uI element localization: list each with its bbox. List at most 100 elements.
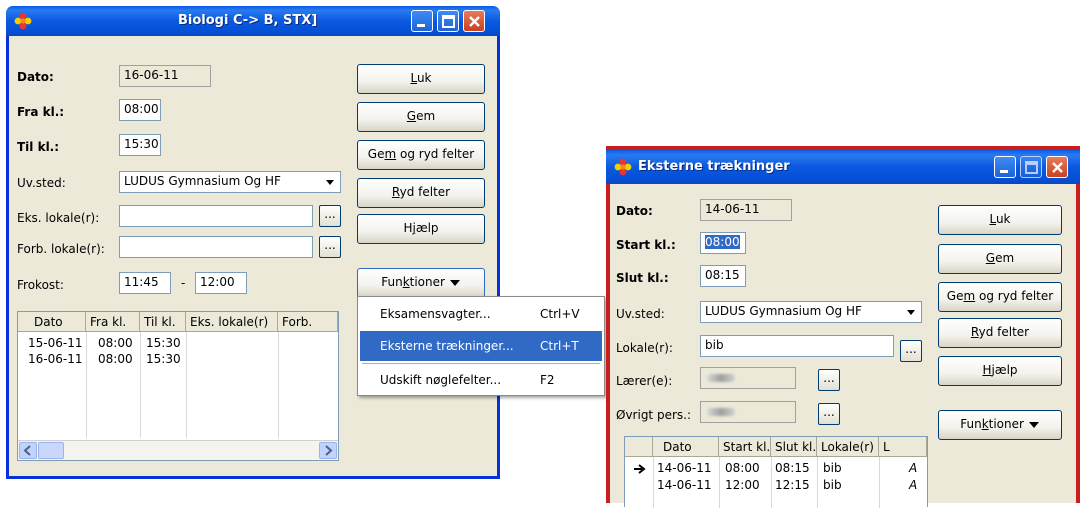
laerer-field	[700, 367, 796, 389]
grid-header-selector	[625, 437, 653, 457]
window-eksterne-traekninger: Eksterne trækninger Dato: 14-06-11 Start…	[606, 146, 1080, 508]
scroll-left-button[interactable]	[19, 442, 37, 459]
gem-button[interactable]: Gem	[357, 102, 485, 132]
gem-og-ryd-button[interactable]: Gem og ryd felter	[938, 282, 1062, 312]
uvsted-combo[interactable]: LUDUS Gymnasium Og HF	[700, 301, 922, 323]
hjaelp-button[interactable]: Hjælp	[938, 356, 1062, 386]
dato-label: Dato:	[17, 70, 54, 84]
minimize-button[interactable]	[411, 10, 433, 32]
dropdown-arrow-icon	[1028, 421, 1039, 428]
oevrigt-label: Øvrigt pers.:	[616, 408, 691, 422]
lokale-label: Lokale(r):	[616, 341, 673, 355]
forb-lokale-label: Forb. lokale(r):	[17, 242, 105, 256]
grid-header-slut[interactable]: Slut kl.	[771, 437, 817, 457]
scroll-right-icon	[325, 445, 333, 456]
funktioner-button[interactable]: Funktioner	[357, 268, 485, 298]
close-icon	[469, 16, 480, 27]
close-icon	[1052, 162, 1063, 173]
start-field[interactable]: 08:00	[700, 232, 746, 254]
window-title: Eksterne trækninger	[638, 159, 790, 174]
uvsted-label: Uv.sted:	[616, 307, 665, 321]
uvsted-value: LUDUS Gymnasium Og HF	[124, 174, 281, 188]
redacted-value	[707, 408, 735, 416]
fra-label: Fra kl.:	[17, 105, 65, 119]
uvsted-combo[interactable]: LUDUS Gymnasium Og HF	[119, 171, 341, 193]
maximize-button[interactable]	[437, 10, 459, 32]
eks-lokale-field[interactable]	[119, 205, 313, 227]
eks-lokale-label: Eks. lokale(r):	[17, 211, 100, 225]
maximize-button[interactable]	[1020, 156, 1042, 178]
grid-header-lokale[interactable]: Lokale(r)	[817, 437, 879, 457]
table-row[interactable]: 16-06-11 08:00 15:30	[18, 352, 338, 368]
minimize-icon	[1000, 170, 1008, 173]
menu-item-eksamensvagter[interactable]: Eksamensvagter... Ctrl+V	[360, 299, 602, 329]
eks-lokale-browse-button[interactable]: ...	[319, 205, 341, 227]
title-bar[interactable]: Biologi C-> B, STX]	[6, 6, 500, 36]
flower-app-icon	[614, 158, 632, 176]
horizontal-scrollbar[interactable]	[18, 440, 338, 460]
minimize-button[interactable]	[994, 156, 1016, 178]
ryd-felter-button[interactable]: Ryd felter	[938, 318, 1062, 348]
slut-field[interactable]: 08:15	[700, 265, 746, 287]
frokost-to-field[interactable]: 12:00	[195, 272, 247, 294]
lokale-field[interactable]: bib	[700, 335, 894, 357]
gem-button[interactable]: Gem	[938, 244, 1062, 274]
maximize-icon	[442, 15, 455, 28]
lokale-browse-button[interactable]: ...	[900, 340, 922, 362]
grid-header-dato[interactable]: Dato	[653, 437, 719, 457]
menu-item-udskift-noeglefelter[interactable]: Udskift nøglefelter... F2	[360, 365, 602, 395]
ryd-felter-button[interactable]: Ryd felter	[357, 178, 485, 208]
dropdown-arrow-icon[interactable]	[903, 304, 919, 320]
oevrigt-field	[700, 401, 796, 423]
maximize-icon	[1025, 161, 1038, 174]
til-field[interactable]: 15:30	[119, 134, 161, 156]
grid-header-start[interactable]: Start kl.	[719, 437, 771, 457]
frokost-label: Frokost:	[17, 278, 64, 292]
luk-button[interactable]: Luk	[938, 205, 1062, 235]
scroll-thumb[interactable]	[38, 442, 64, 459]
dato-field: 14-06-11	[700, 199, 792, 221]
grid-header-l[interactable]: L	[879, 437, 927, 457]
window-title: Biologi C-> B, STX]	[178, 13, 318, 28]
laerer-browse-button[interactable]: ...	[818, 369, 840, 391]
title-bar[interactable]: Eksterne trækninger	[606, 150, 1080, 184]
close-button[interactable]	[1046, 156, 1068, 178]
dropdown-arrow-icon	[449, 279, 460, 286]
grid-header-forb[interactable]: Forb.	[278, 312, 338, 332]
scroll-left-icon	[23, 445, 31, 456]
slut-label: Slut kl.:	[616, 271, 669, 285]
table-row[interactable]: 14-06-11 12:00 12:15 bib A	[625, 478, 927, 494]
fra-field[interactable]: 08:00	[119, 99, 161, 121]
dato-label: Dato:	[616, 204, 653, 218]
oevrigt-browse-button[interactable]: ...	[818, 403, 840, 425]
row-pointer-arrow-icon	[634, 464, 646, 474]
table-row[interactable]: 14-06-11 08:00 08:15 bib A	[625, 461, 927, 477]
redacted-value	[707, 374, 735, 382]
uvsted-label: Uv.sted:	[17, 176, 66, 190]
gem-og-ryd-button[interactable]: Gem og ryd felter	[357, 140, 485, 170]
table-row[interactable]: 15-06-11 08:00 15:30	[18, 336, 338, 352]
grid-header-fra[interactable]: Fra kl.	[86, 312, 140, 332]
minimize-icon	[417, 24, 425, 27]
grid-header-dato[interactable]: Dato	[18, 312, 86, 332]
frokost-from-field[interactable]: 11:45	[119, 272, 171, 294]
scroll-right-button[interactable]	[319, 442, 337, 459]
laerer-label: Lærer(e):	[616, 374, 673, 388]
menu-item-eksterne-traekninger[interactable]: Eksterne trækninger... Ctrl+T	[360, 331, 602, 361]
forb-lokale-browse-button[interactable]: ...	[319, 236, 341, 258]
til-label: Til kl.:	[17, 140, 60, 154]
grid-header-eks[interactable]: Eks. lokale(r)	[186, 312, 278, 332]
dates-grid[interactable]: Dato Fra kl. Til kl. Eks. lokale(r) Forb…	[17, 311, 339, 461]
menu-separator	[362, 363, 600, 364]
dropdown-arrow-icon[interactable]	[322, 174, 338, 190]
start-label: Start kl.:	[616, 238, 676, 252]
frokost-dash: -	[181, 276, 186, 290]
funktioner-button[interactable]: Funktioner	[938, 410, 1062, 440]
hjaelp-button[interactable]: Hjælp	[357, 214, 485, 244]
close-button[interactable]	[463, 10, 485, 32]
funktioner-menu: Eksamensvagter... Ctrl+V Eksterne trækni…	[357, 296, 605, 396]
traekninger-grid[interactable]: Dato Start kl. Slut kl. Lokale(r) L 14-0…	[624, 436, 928, 508]
forb-lokale-field[interactable]	[119, 236, 313, 258]
luk-button[interactable]: Luk	[357, 64, 485, 94]
grid-header-til[interactable]: Til kl.	[140, 312, 186, 332]
